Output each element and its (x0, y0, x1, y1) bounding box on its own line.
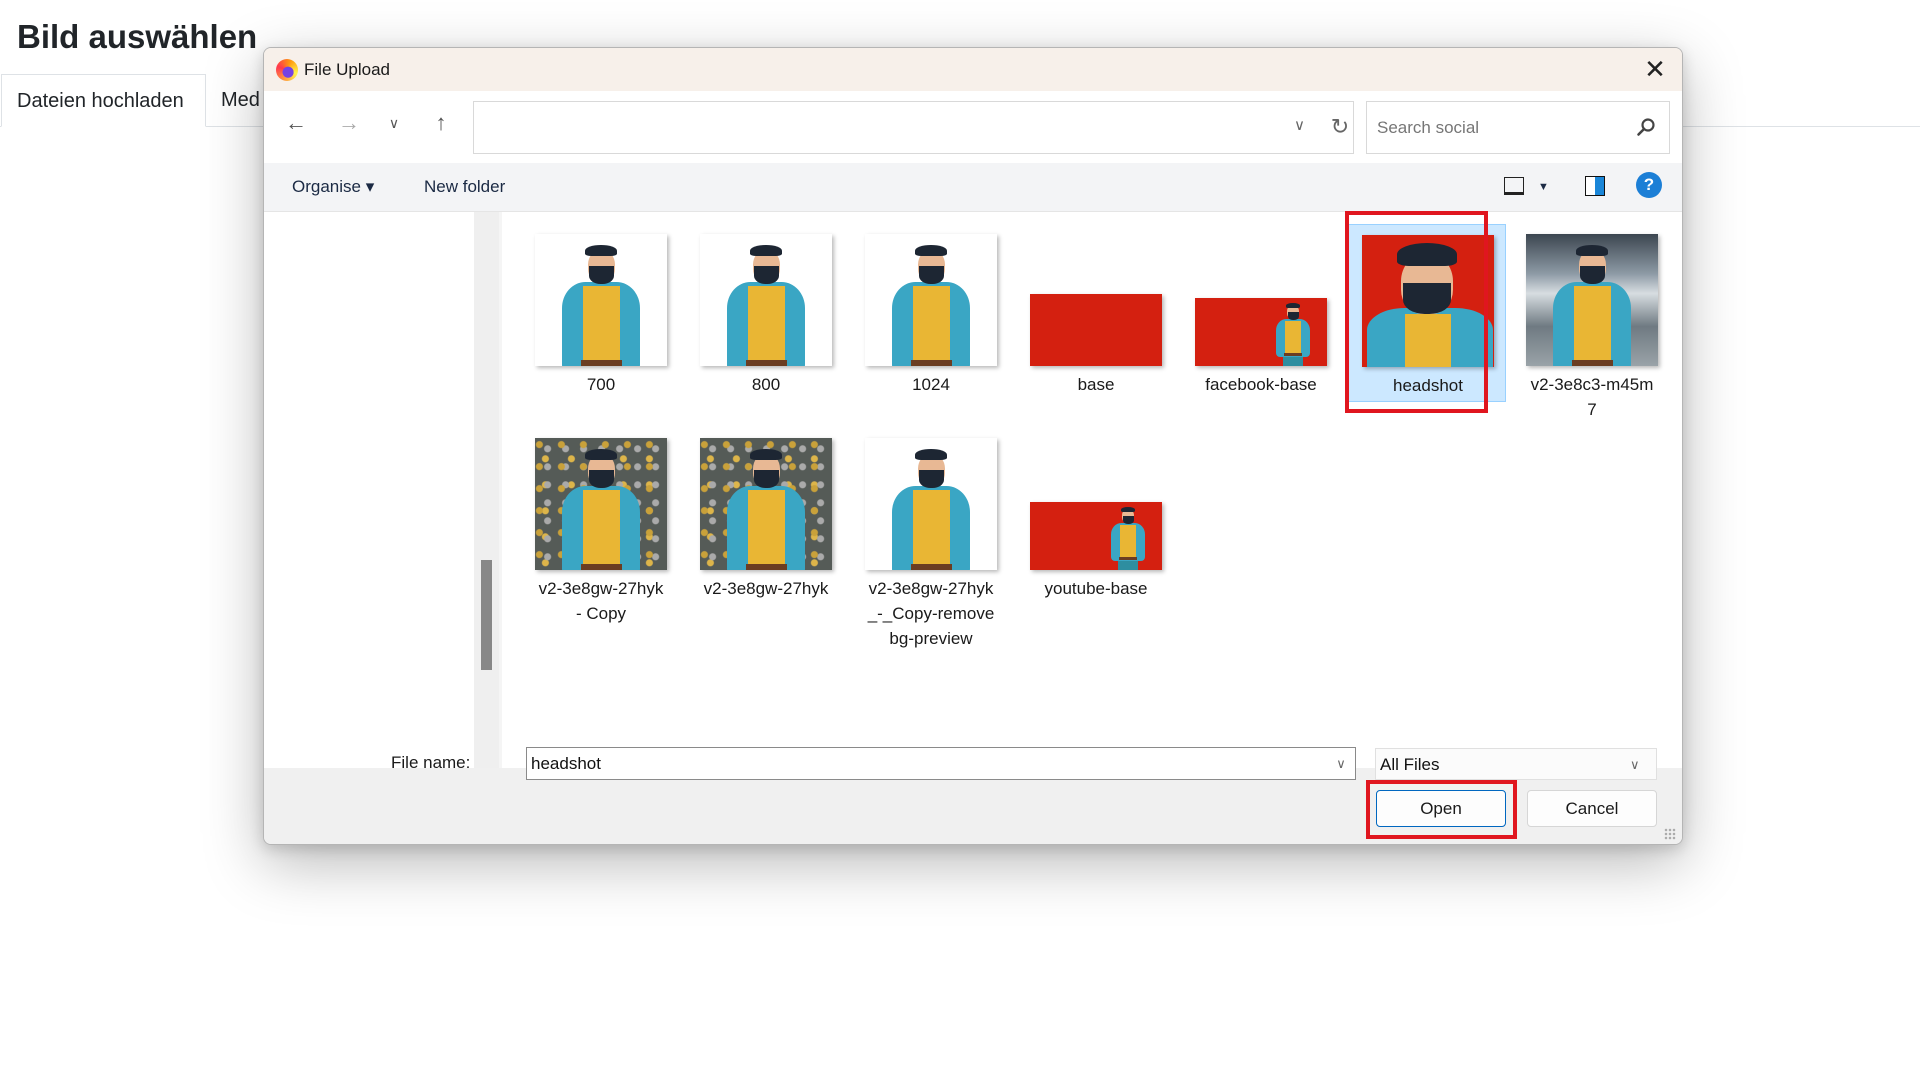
file-name-input[interactable] (531, 748, 1311, 779)
file-type-select[interactable]: All Files ∨ (1375, 748, 1657, 780)
view-options-dropdown[interactable]: ▼ (1538, 163, 1549, 211)
file-name-label: base (1077, 375, 1115, 394)
file-item[interactable]: 700 (522, 224, 680, 402)
file-item[interactable]: v2-3e8c3-m45m 7 (1513, 224, 1671, 419)
file-item[interactable]: base (1017, 224, 1175, 402)
preview-pane-icon[interactable] (1585, 176, 1605, 196)
arrow-left-icon: ← (285, 110, 307, 135)
file-name-label: facebook-base (1205, 375, 1317, 394)
change-view-icon[interactable] (1504, 177, 1524, 195)
file-name-label: v2-3e8gw-27hyk (703, 579, 829, 598)
back-button[interactable]: ← (278, 105, 314, 141)
navigation-pane[interactable] (264, 212, 474, 768)
file-thumbnail (700, 438, 832, 570)
search-icon[interactable] (1635, 116, 1657, 138)
file-name-label: File name: (391, 753, 471, 772)
file-thumbnail (1526, 234, 1658, 366)
new-folder-button[interactable]: New folder (424, 163, 505, 211)
help-icon[interactable]: ? (1636, 172, 1662, 198)
cancel-button[interactable]: Cancel (1527, 790, 1657, 827)
scrollbar-thumb[interactable] (481, 560, 492, 670)
file-thumbnail (535, 234, 667, 366)
file-thumbnail (1030, 502, 1162, 570)
chevron-down-icon: ∨ (1336, 756, 1346, 771)
file-name-label: v2-3e8gw-27hyk _-_Copy-remove bg-preview (867, 579, 995, 648)
refresh-button[interactable]: ↻ (1326, 110, 1354, 144)
file-thumbnail (1195, 298, 1327, 366)
file-thumbnail (1030, 294, 1162, 366)
title-bar[interactable]: File Upload ✕ (264, 48, 1682, 91)
file-item[interactable]: 800 (687, 224, 845, 402)
search-box[interactable] (1366, 101, 1670, 154)
file-thumbnail (700, 234, 832, 366)
file-name-dropdown-button[interactable]: ∨ (1327, 748, 1355, 779)
file-item[interactable]: facebook-base (1182, 224, 1340, 402)
file-item[interactable]: v2-3e8gw-27hyk (687, 428, 845, 606)
tab-upload-files[interactable]: Dateien hochladen (1, 74, 206, 127)
file-name-label: v2-3e8c3-m45m 7 (1530, 375, 1654, 419)
navigation-bar: ← → ∨ ↑ ∨ ↻ (264, 91, 1682, 163)
file-item[interactable]: v2-3e8gw-27hyk _-_Copy-remove bg-preview (852, 428, 1010, 648)
file-name-combobox[interactable]: ∨ (526, 747, 1356, 780)
file-name-label: 700 (586, 375, 616, 394)
file-name-label: v2-3e8gw-27hyk - Copy (538, 579, 664, 623)
forward-button[interactable]: → (331, 105, 367, 141)
open-button[interactable]: Open (1376, 790, 1506, 827)
file-thumbnail (1362, 235, 1494, 367)
organise-menu-button[interactable]: Organise ▾ (292, 163, 374, 211)
arrow-up-icon: ↑ (435, 110, 447, 135)
page-title: Bild auswählen (17, 18, 258, 55)
file-item[interactable]: 1024 (852, 224, 1010, 402)
chevron-down-icon: ∨ (388, 115, 400, 131)
file-type-value: All Files (1380, 755, 1440, 774)
file-name-label: 800 (751, 375, 781, 394)
navigation-pane-scrollbar[interactable] (474, 212, 499, 768)
file-list: 700 800 1024 base facebook-base headshot v2-3e… (502, 212, 1682, 768)
command-bar: Organise ▾ New folder ▼ ? (264, 163, 1682, 212)
file-item[interactable]: headshot (1348, 224, 1506, 402)
file-item[interactable]: youtube-base (1017, 428, 1175, 606)
file-upload-dialog: File Upload ✕ ← → ∨ ↑ ∨ ↻ Organise ▾ New… (263, 47, 1683, 845)
address-dropdown-button[interactable]: ∨ (1294, 116, 1305, 134)
address-bar[interactable]: ∨ ↻ (473, 101, 1354, 154)
file-thumbnail (865, 438, 997, 570)
file-item[interactable]: v2-3e8gw-27hyk - Copy (522, 428, 680, 623)
chevron-down-icon: ∨ (1294, 117, 1305, 134)
refresh-icon: ↻ (1330, 114, 1350, 139)
arrow-right-icon: → (338, 110, 360, 135)
resize-grip[interactable] (1664, 828, 1676, 840)
recent-locations-button[interactable]: ∨ (376, 105, 412, 141)
file-thumbnail (865, 234, 997, 366)
dialog-title: File Upload (304, 60, 390, 79)
firefox-icon (276, 59, 298, 81)
chevron-down-icon: ∨ (1630, 757, 1640, 772)
file-name-label: headshot (1393, 376, 1463, 395)
search-input[interactable] (1377, 102, 1627, 153)
file-name-label: 1024 (912, 375, 950, 394)
file-name-label: youtube-base (1044, 579, 1148, 598)
file-thumbnail (535, 438, 667, 570)
close-icon: ✕ (1644, 54, 1666, 84)
up-button[interactable]: ↑ (423, 105, 459, 141)
close-button[interactable]: ✕ (1628, 48, 1682, 91)
